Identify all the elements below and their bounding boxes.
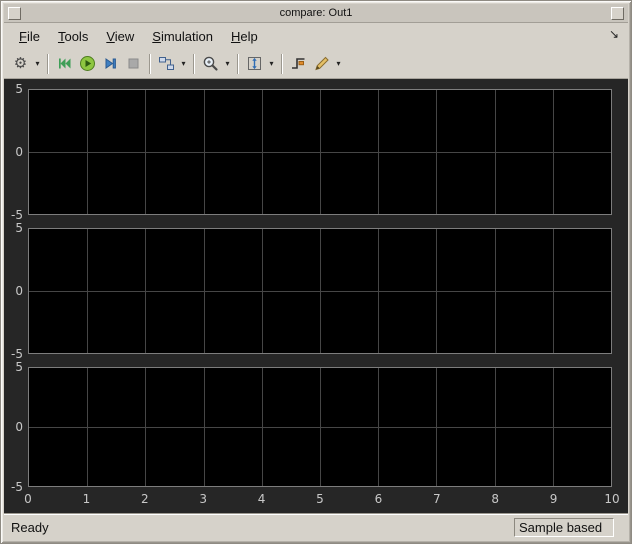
scope-plot-3[interactable] [28, 367, 612, 487]
titlebar: compare: Out1 [4, 4, 628, 23]
menu-simulation[interactable]: Simulation [143, 26, 222, 47]
fit-to-view-dropdown[interactable]: ▾ [266, 52, 277, 75]
zoom-button[interactable] [199, 52, 222, 75]
settings-button[interactable]: ⚙ [9, 52, 32, 75]
y-tick-label: 5 [15, 221, 23, 235]
grid-line [29, 291, 611, 292]
trigger-icon [292, 58, 305, 69]
menu-file[interactable]: File [10, 26, 49, 47]
sample-mode-indicator: Sample based [514, 518, 614, 537]
y-tick-label: 0 [15, 284, 23, 298]
stop-button[interactable] [122, 52, 145, 75]
measurements-button[interactable] [310, 52, 333, 75]
x-tick-label: 9 [549, 492, 558, 506]
x-tick-label: 4 [257, 492, 266, 506]
grid-line [29, 152, 611, 153]
settings-dropdown[interactable]: ▾ [32, 52, 43, 75]
window-title: compare: Out1 [279, 7, 353, 19]
window-menu-button[interactable] [8, 6, 21, 20]
menu-help[interactable]: Help [222, 26, 267, 47]
status-text: Ready [11, 519, 49, 535]
menu-tools[interactable]: Tools [49, 26, 97, 47]
magnifier-icon [203, 56, 218, 71]
x-tick-label: 10 [604, 492, 620, 506]
fit-to-view-button[interactable] [243, 52, 266, 75]
y-tick-label: 0 [15, 145, 23, 159]
dock-arrow-icon[interactable]: ↘ [609, 27, 619, 41]
statusbar: Ready Sample based [4, 513, 628, 540]
scope-canvas: 0 1 2 3 4 5 6 7 8 9 10 5 0 -5 5 0 -5 5 0 -5 [4, 79, 628, 513]
toolbar-separator [149, 53, 151, 74]
step-forward-icon [105, 58, 116, 69]
run-button[interactable] [76, 52, 99, 75]
menubar: File Tools View Simulation Help ↘ [4, 24, 628, 49]
x-tick-label: 0 [24, 492, 32, 506]
zoom-dropdown[interactable]: ▾ [222, 52, 233, 75]
toolbar-separator [193, 53, 195, 74]
menu-view[interactable]: View [97, 26, 143, 47]
x-tick-label: 2 [140, 492, 149, 506]
y-tick-label: -5 [11, 208, 23, 222]
y-tick-label: 5 [15, 360, 23, 374]
y-tick-label: 0 [15, 420, 23, 434]
trigger-button[interactable] [287, 52, 310, 75]
x-tick-label: 5 [316, 492, 324, 506]
x-axis: 0 1 2 3 4 5 6 7 8 9 10 [24, 492, 619, 507]
highlight-block-button[interactable] [155, 52, 178, 75]
x-tick-label: 8 [491, 492, 500, 506]
step-back-button[interactable] [53, 52, 76, 75]
toolbar-separator [281, 53, 283, 74]
scope-plot-2[interactable] [28, 228, 612, 354]
x-tick-label: 1 [82, 492, 91, 506]
x-tick-label: 7 [432, 492, 441, 506]
y-tick-label: -5 [11, 480, 23, 494]
toolbar: ⚙ ▾ ▾ ▾ ▾ ▾ [4, 49, 628, 79]
scope-window: compare: Out1 File Tools View Simulation… [0, 0, 632, 544]
block-diagram-icon [159, 57, 174, 70]
grid-line [29, 427, 611, 428]
pencil-icon [315, 56, 329, 71]
highlight-block-dropdown[interactable]: ▾ [178, 52, 189, 75]
run-icon [80, 56, 95, 71]
toolbar-separator [47, 53, 49, 74]
toolbar-separator [237, 53, 239, 74]
x-tick-label: 6 [374, 492, 383, 506]
y-tick-label: 5 [15, 82, 23, 96]
scope-plot-1[interactable] [28, 89, 612, 215]
gear-icon: ⚙ [13, 54, 28, 72]
step-back-icon [59, 58, 71, 69]
measurements-dropdown[interactable]: ▾ [333, 52, 344, 75]
fit-to-view-icon [248, 57, 261, 70]
step-forward-button[interactable] [99, 52, 122, 75]
x-tick-label: 3 [199, 492, 208, 506]
close-button[interactable] [611, 6, 624, 20]
stop-icon [128, 58, 139, 69]
y-tick-label: -5 [11, 347, 23, 361]
